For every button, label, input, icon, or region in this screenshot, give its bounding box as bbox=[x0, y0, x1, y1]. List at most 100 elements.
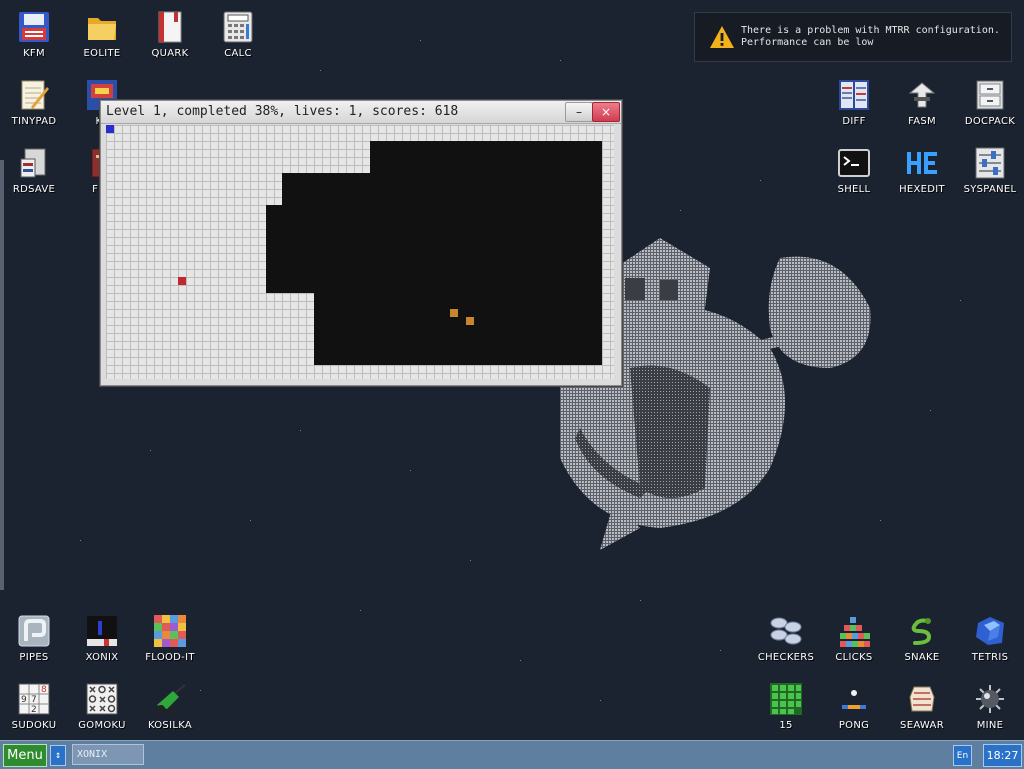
clock[interactable]: 18:27 bbox=[983, 744, 1022, 767]
desktop-icon-label: FASM bbox=[908, 116, 936, 127]
desktop-icon-label: RDSAVE bbox=[12, 184, 56, 195]
desktop-icon-label: SHELL bbox=[837, 184, 871, 195]
svg-text:2: 2 bbox=[31, 705, 37, 715]
mine-icon bbox=[973, 682, 1007, 716]
notification-line-2: Performance can be low bbox=[741, 37, 874, 48]
unclaimed-area bbox=[370, 141, 602, 365]
language-indicator[interactable]: En bbox=[953, 745, 972, 766]
desktop-icon-label: TINYPAD bbox=[11, 116, 57, 127]
desktop-icon-calc[interactable]: CALC bbox=[204, 4, 272, 66]
desktop-icon-label: HEXEDIT bbox=[899, 184, 945, 195]
desktop-icon-label: QUARK bbox=[151, 48, 189, 59]
land-enemy bbox=[178, 277, 186, 285]
window-switch-button[interactable]: ↕ bbox=[50, 745, 66, 766]
assembler-icon bbox=[905, 78, 939, 112]
player-cursor bbox=[106, 125, 114, 133]
warning-icon bbox=[705, 22, 739, 52]
snake-icon bbox=[905, 614, 939, 648]
desktop-icon-tinypad[interactable]: TINYPAD bbox=[0, 72, 68, 134]
sudoku-icon: 9782 bbox=[17, 682, 51, 716]
desktop-icon-tetris[interactable]: TETRIS bbox=[956, 608, 1024, 670]
pong-icon bbox=[837, 682, 871, 716]
svg-text:8: 8 bbox=[41, 685, 47, 695]
sliders-icon bbox=[973, 146, 1007, 180]
desktop-icon-label: PONG bbox=[838, 720, 870, 731]
desktop-icon-flood-it[interactable]: FLOOD-IT bbox=[136, 608, 204, 670]
notification-text: There is a problem with MTRR configurati… bbox=[741, 25, 1000, 49]
desktop-icon-shell[interactable]: SHELL bbox=[820, 140, 888, 202]
desktop-icon-label: SEAWAR bbox=[900, 720, 944, 731]
desktop-icon-gomoku[interactable]: GOMOKU bbox=[68, 676, 136, 738]
desktop-icon-mine[interactable]: MINE bbox=[956, 676, 1024, 738]
gomoku-icon bbox=[85, 682, 119, 716]
desktop-icon-label: 15 bbox=[779, 720, 793, 731]
desktop-icon-eolite[interactable]: EOLITE bbox=[68, 4, 136, 66]
desktop-icon-label: SNAKE bbox=[904, 652, 940, 663]
desktop-icon-label: DIFF bbox=[842, 116, 866, 127]
window-titlebar[interactable]: Level 1, completed 38%, lives: 1, scores… bbox=[101, 101, 621, 124]
battleship-icon bbox=[905, 682, 939, 716]
unclaimed-area bbox=[266, 205, 378, 293]
checkers-icon bbox=[769, 614, 803, 648]
desktop-icon-sudoku[interactable]: 9782 SUDOKU bbox=[0, 676, 68, 738]
sea-enemy bbox=[466, 317, 474, 325]
desktop-icon-label: SUDOKU bbox=[11, 720, 57, 731]
desktop-icon-seawar[interactable]: SEAWAR bbox=[888, 676, 956, 738]
desktop-icon-label: GOMOKU bbox=[78, 720, 126, 731]
desktop-icon-kfm[interactable]: KFM bbox=[0, 4, 68, 66]
book-icon bbox=[153, 10, 187, 44]
xonix-game-window[interactable]: Level 1, completed 38%, lives: 1, scores… bbox=[100, 100, 622, 386]
unclaimed-area bbox=[314, 285, 378, 365]
cabinet-icon bbox=[973, 78, 1007, 112]
desktop-icon-xonix[interactable]: XONIX bbox=[68, 608, 136, 670]
notification-line-1: There is a problem with MTRR configurati… bbox=[741, 25, 1000, 36]
desktop-icon-label: CHECKERS bbox=[757, 652, 815, 663]
desktop-icon-quark[interactable]: QUARK bbox=[136, 4, 204, 66]
floppy-disk-icon bbox=[17, 10, 51, 44]
desktop-icon-label: EOLITE bbox=[83, 48, 121, 59]
desktop-icon-hexedit[interactable]: HEXEDIT bbox=[888, 140, 956, 202]
sea-enemy bbox=[450, 309, 458, 317]
folder-icon bbox=[85, 10, 119, 44]
lawnmower-icon bbox=[153, 682, 187, 716]
desktop-icon-label: PIPES bbox=[19, 652, 49, 663]
xonix-icon bbox=[85, 614, 119, 648]
desktop-icon-label: TETRIS bbox=[971, 652, 1009, 663]
desktop-icon-snake[interactable]: SNAKE bbox=[888, 608, 956, 670]
disk-save-icon bbox=[17, 146, 51, 180]
desktop-icon-rdsave[interactable]: RDSAVE bbox=[0, 140, 68, 202]
desktop-icon-label: FLOOD-IT bbox=[145, 652, 195, 663]
pipes-icon bbox=[17, 614, 51, 648]
svg-text:7: 7 bbox=[31, 695, 37, 705]
desktop-icon-kosilka[interactable]: KOSILKA bbox=[136, 676, 204, 738]
svg-text:9: 9 bbox=[21, 695, 27, 705]
desktop-icon-fasm[interactable]: FASM bbox=[888, 72, 956, 134]
fifteen-puzzle-icon bbox=[769, 682, 803, 716]
tetris-icon bbox=[973, 614, 1007, 648]
desktop-icon-label: MINE bbox=[976, 720, 1004, 731]
diff-icon bbox=[837, 78, 871, 112]
close-button[interactable]: × bbox=[592, 102, 620, 122]
calculator-icon bbox=[221, 10, 255, 44]
minimize-button[interactable]: – bbox=[565, 102, 593, 122]
terminal-icon bbox=[837, 146, 871, 180]
desktop-icon-diff[interactable]: DIFF bbox=[820, 72, 888, 134]
taskbar-item-xonix[interactable]: XONIX bbox=[72, 744, 144, 765]
hexedit-icon bbox=[905, 146, 939, 180]
desktop-icon-docpack[interactable]: DOCPACK bbox=[956, 72, 1024, 134]
desktop-icon-checkers[interactable]: CHECKERS bbox=[752, 608, 820, 670]
desktop-icon-label: SYSPANEL bbox=[963, 184, 1017, 195]
left-panel-edge bbox=[0, 160, 4, 590]
clicks-icon bbox=[837, 614, 871, 648]
flood-it-icon bbox=[153, 614, 187, 648]
desktop-icon-clicks[interactable]: CLICKS bbox=[820, 608, 888, 670]
desktop-icon-15[interactable]: 15 bbox=[752, 676, 820, 738]
desktop-icon-pipes[interactable]: PIPES bbox=[0, 608, 68, 670]
menu-button[interactable]: Menu bbox=[3, 744, 47, 767]
game-board[interactable] bbox=[106, 125, 614, 379]
desktop-icon-pong[interactable]: PONG bbox=[820, 676, 888, 738]
desktop-icon-label: CALC bbox=[224, 48, 252, 59]
mtrr-warning-notification[interactable]: There is a problem with MTRR configurati… bbox=[694, 12, 1012, 62]
desktop-icon-syspanel[interactable]: SYSPANEL bbox=[956, 140, 1024, 202]
notepad-icon bbox=[17, 78, 51, 112]
